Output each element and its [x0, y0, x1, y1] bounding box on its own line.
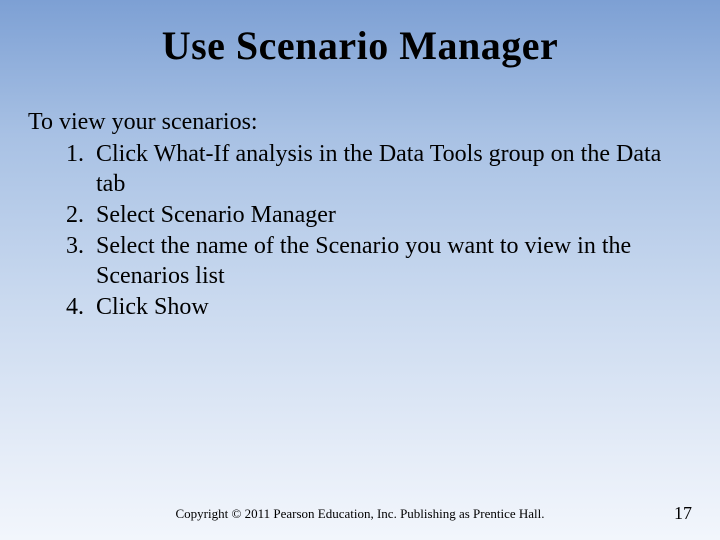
copyright-footer: Copyright © 2011 Pearson Education, Inc.… [0, 506, 720, 522]
slide-title: Use Scenario Manager [0, 0, 720, 69]
slide: Use Scenario Manager To view your scenar… [0, 0, 720, 540]
intro-text: To view your scenarios: [28, 107, 692, 137]
page-number: 17 [674, 503, 692, 524]
list-item: Select Scenario Manager [90, 200, 692, 230]
list-item: Click What-If analysis in the Data Tools… [90, 139, 692, 199]
list-item: Select the name of the Scenario you want… [90, 231, 692, 291]
slide-body: To view your scenarios: Click What-If an… [0, 69, 720, 322]
list-item: Click Show [90, 292, 692, 322]
steps-list: Click What-If analysis in the Data Tools… [28, 139, 692, 322]
